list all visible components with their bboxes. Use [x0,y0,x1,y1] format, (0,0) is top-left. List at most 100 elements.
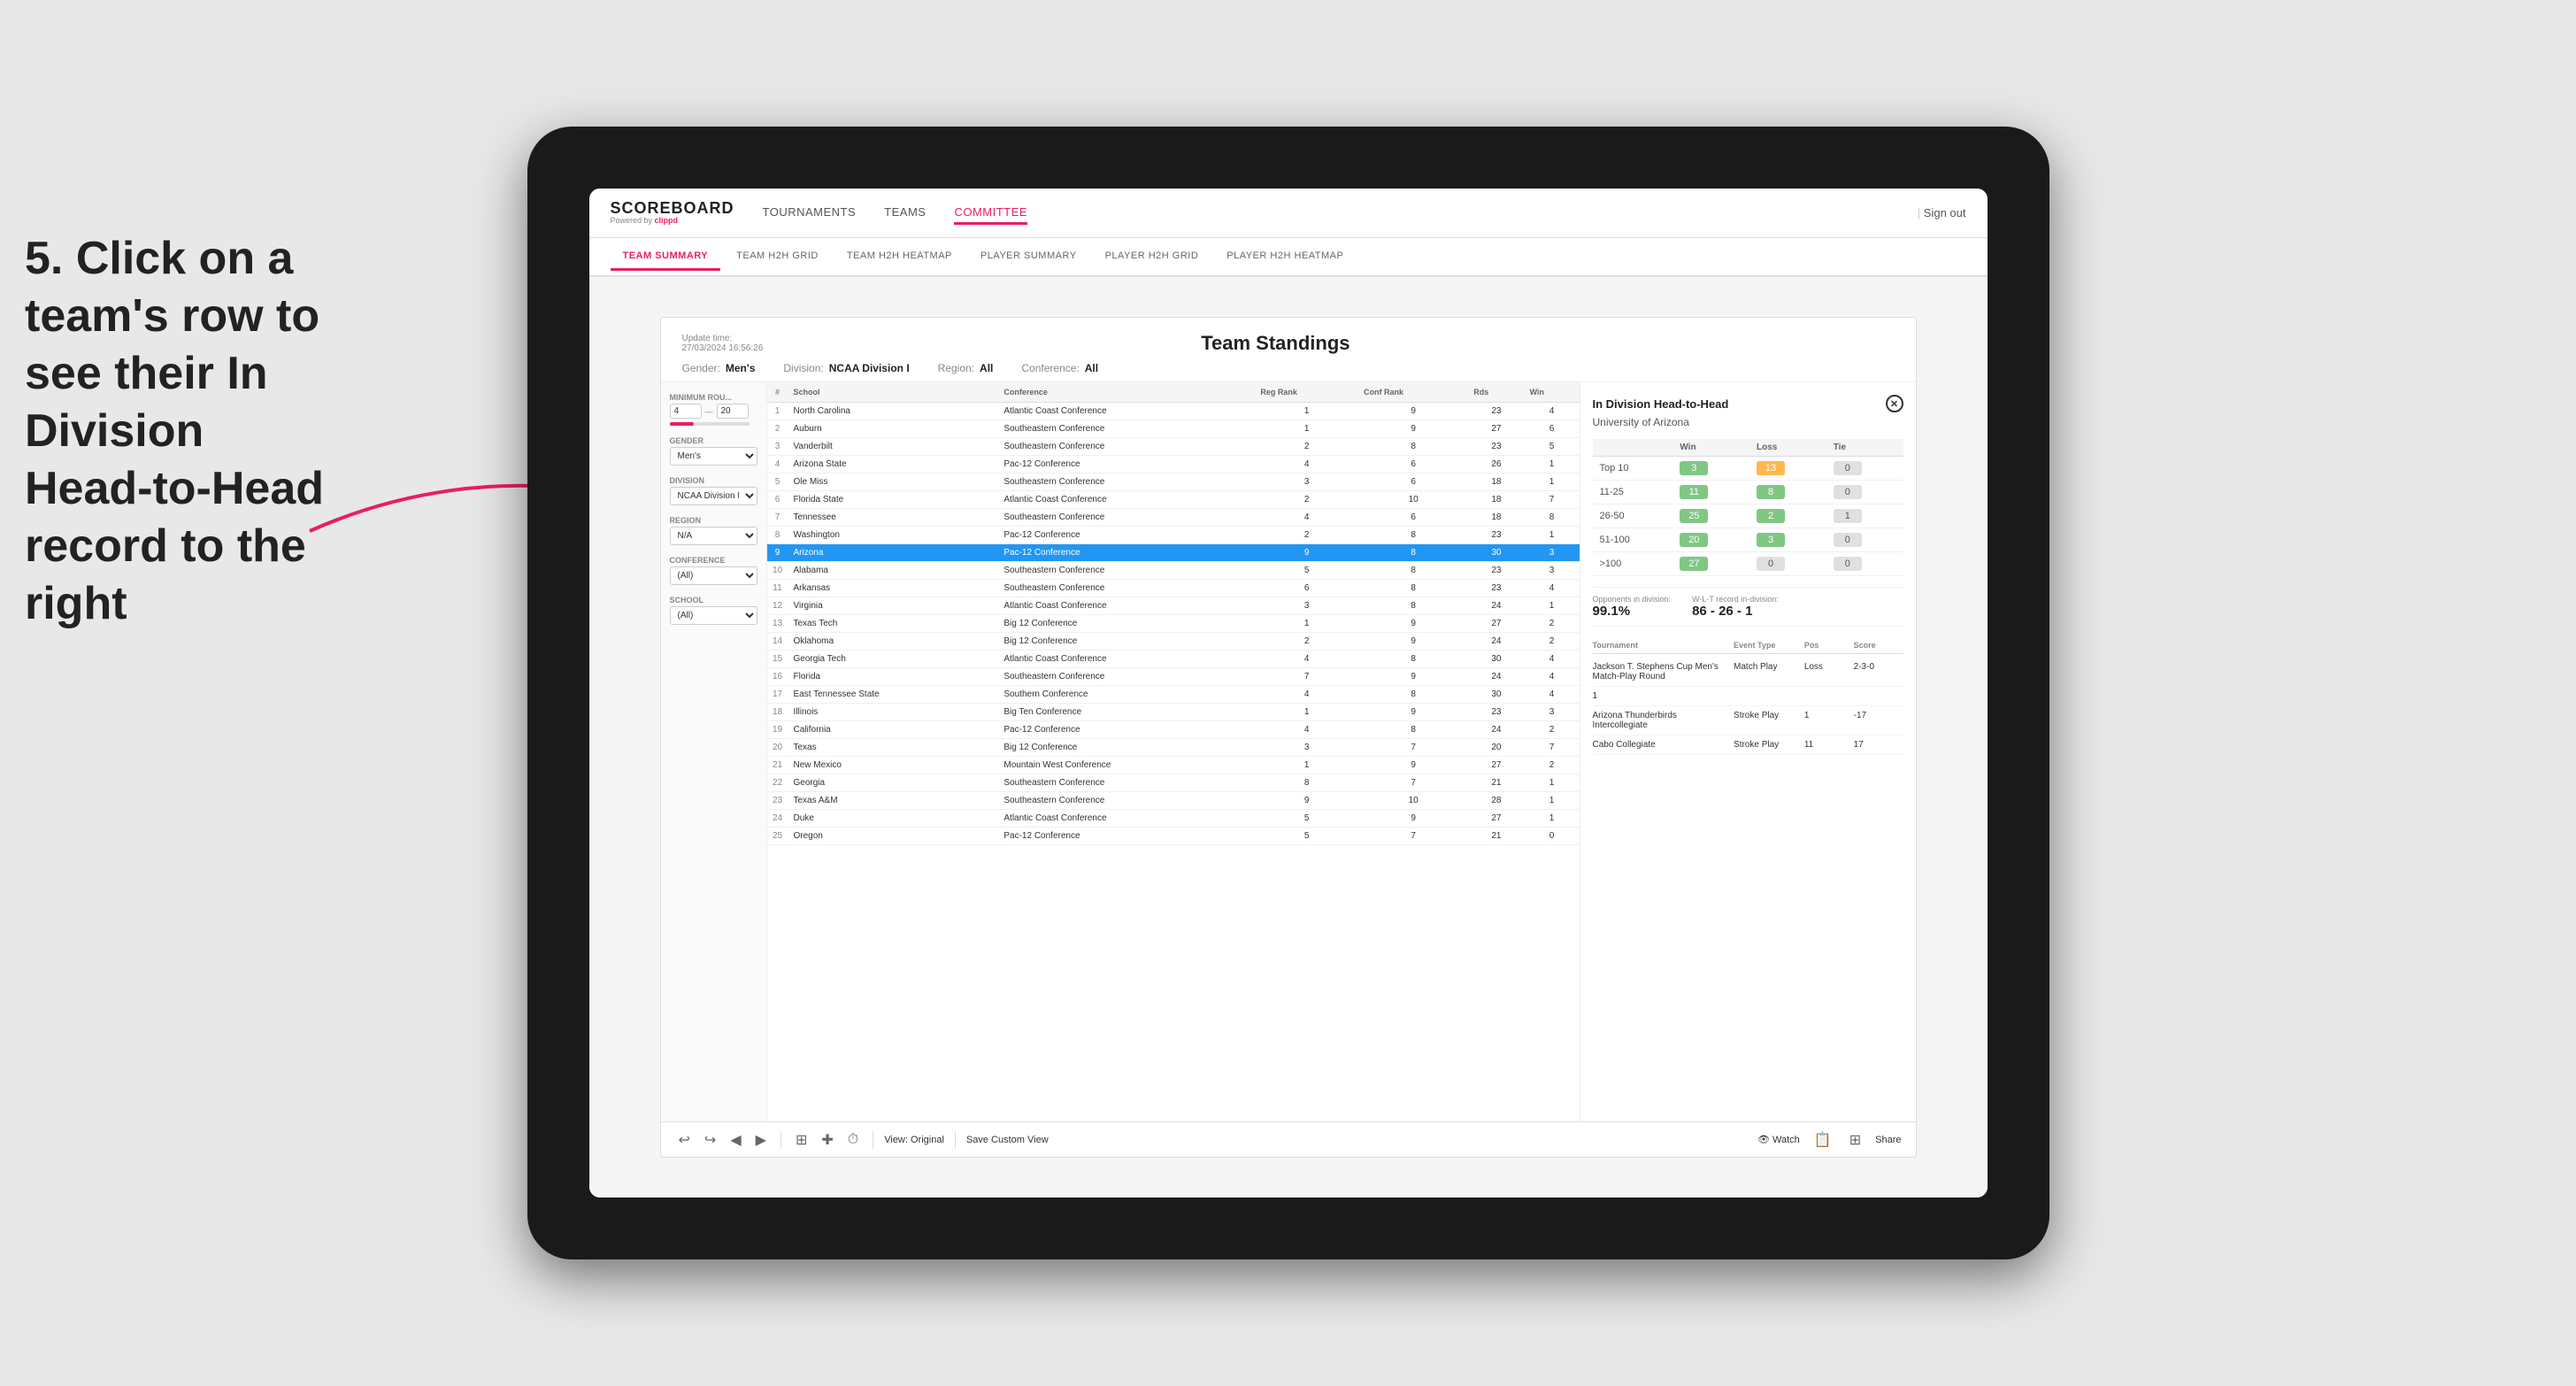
tab-player-summary[interactable]: PLAYER SUMMARY [968,243,1089,271]
min-rounds-slider[interactable] [670,422,750,426]
save-custom-button[interactable]: Save Custom View [966,1135,1049,1145]
cell-win: 1 [1525,527,1580,544]
table-row[interactable]: 8 Washington Pac-12 Conference 2 8 23 1 [767,527,1580,544]
table-row[interactable]: 4 Arizona State Pac-12 Conference 4 6 26… [767,456,1580,474]
tab-player-h2h-heatmap[interactable]: PLAYER H2H HEATMAP [1214,243,1356,271]
cell-reg-rank: 1 [1255,757,1358,774]
cell-rank: 22 [767,774,788,792]
min-rounds-max-input[interactable] [717,404,749,419]
table-row[interactable]: 6 Florida State Atlantic Coast Conferenc… [767,491,1580,509]
standings-table-container: # School Conference Reg Rank Conf Rank R… [767,382,1580,1121]
table-row[interactable]: 1 North Carolina Atlantic Coast Conferen… [767,403,1580,420]
cell-rank: 4 [767,456,788,474]
undo-button[interactable]: ↩ [675,1129,694,1151]
cell-win: 1 [1525,792,1580,810]
cell-rds: 18 [1468,509,1524,527]
add-button[interactable]: ✚ [818,1129,836,1151]
view-original-button[interactable]: View: Original [884,1135,944,1145]
next-button[interactable]: ▶ [752,1129,770,1151]
nav-tournaments[interactable]: TOURNAMENTS [763,202,857,225]
division-select[interactable]: NCAA Division I NCAA Division II NCAA Di… [670,487,757,505]
nav-committee[interactable]: COMMITTEE [954,202,1027,225]
clock-button[interactable]: ⏱ [844,1130,862,1150]
table-row[interactable]: 13 Texas Tech Big 12 Conference 1 9 27 2 [767,615,1580,633]
table-row[interactable]: 23 Texas A&M Southeastern Conference 9 1… [767,792,1580,810]
cell-conf-rank: 8 [1358,544,1468,562]
tournament-section: Tournament Event Type Pos Score Jackson … [1593,637,1903,755]
nav-teams[interactable]: TEAMS [884,202,926,225]
grid-icon[interactable]: ⊞ [1846,1129,1865,1151]
th-score: Score [1854,641,1903,650]
tourn-type: Stroke Play [1734,740,1804,750]
tab-team-summary[interactable]: TEAM SUMMARY [611,243,721,271]
cell-conf-rank: 10 [1358,491,1468,509]
table-row[interactable]: 5 Ole Miss Southeastern Conference 3 6 1… [767,474,1580,491]
cell-reg-rank: 3 [1255,739,1358,757]
table-row[interactable]: 25 Oregon Pac-12 Conference 5 7 21 0 [767,828,1580,845]
watch-button[interactable]: 👁 Watch [1757,1134,1800,1145]
camera-button[interactable]: ⊞ [792,1129,811,1151]
table-row[interactable]: 18 Illinois Big Ten Conference 1 9 23 3 [767,704,1580,721]
table-row[interactable]: 20 Texas Big 12 Conference 3 7 20 7 [767,739,1580,757]
opponents-label: Opponents in division: [1593,595,1672,604]
cell-conf-rank: 8 [1358,527,1468,544]
prev-button[interactable]: ◀ [727,1129,744,1151]
table-row[interactable]: 2 Auburn Southeastern Conference 1 9 27 … [767,420,1580,438]
logo-text: SCOREBOARD [611,200,734,216]
cell-conference: Atlantic Coast Conference [998,403,1255,420]
sign-out-button[interactable]: Sign out [1918,206,1966,219]
school-select[interactable]: (All) [670,606,757,625]
table-row[interactable]: 21 New Mexico Mountain West Conference 1… [767,757,1580,774]
min-rounds-input[interactable] [670,404,702,419]
th-rank: # [767,382,788,403]
conference-value: All [1085,362,1098,374]
cell-school: Florida [788,668,999,686]
table-row[interactable]: 10 Alabama Southeastern Conference 5 8 2… [767,562,1580,580]
cell-reg-rank: 9 [1255,544,1358,562]
share-button[interactable]: Share [1875,1135,1901,1145]
tournament-row: Arizona Thunderbirds Intercollegiate Str… [1593,706,1903,735]
table-row[interactable]: 3 Vanderbilt Southeastern Conference 2 8… [767,438,1580,456]
cell-school: East Tennessee State [788,686,999,704]
cell-rds: 24 [1468,721,1524,739]
table-row[interactable]: 24 Duke Atlantic Coast Conference 5 9 27… [767,810,1580,828]
h2h-cell-label: 26-50 [1593,504,1673,528]
cell-win: 3 [1525,562,1580,580]
clipboard-icon[interactable]: 📋 [1811,1129,1835,1151]
close-panel-button[interactable]: ✕ [1886,395,1903,412]
table-row[interactable]: 11 Arkansas Southeastern Conference 6 8 … [767,580,1580,597]
table-row[interactable]: 12 Virginia Atlantic Coast Conference 3 … [767,597,1580,615]
tourn-score: 17 [1854,740,1903,750]
table-row[interactable]: 15 Georgia Tech Atlantic Coast Conferenc… [767,651,1580,668]
table-row[interactable]: 16 Florida Southeastern Conference 7 9 2… [767,668,1580,686]
table-row[interactable]: 7 Tennessee Southeastern Conference 4 6 … [767,509,1580,527]
cell-win: 7 [1525,739,1580,757]
region-select[interactable]: N/A East West [670,527,757,545]
cell-rds: 21 [1468,828,1524,845]
content-area: Update time: 27/03/2024 16:56:26 Team St… [589,277,1988,1197]
toolbar-sep-3 [955,1131,956,1149]
table-row[interactable]: 9 Arizona Pac-12 Conference 9 8 30 3 [767,544,1580,562]
cell-conf-rank: 9 [1358,757,1468,774]
conference-select[interactable]: (All) [670,566,757,585]
tourn-pos: Loss [1804,662,1854,681]
gender-select[interactable]: Men's Women's [670,447,757,466]
table-row[interactable]: 17 East Tennessee State Southern Confere… [767,686,1580,704]
cell-conf-rank: 8 [1358,438,1468,456]
tab-team-h2h-grid[interactable]: TEAM H2H GRID [724,243,831,271]
cell-conference: Southeastern Conference [998,792,1255,810]
cell-win: 4 [1525,403,1580,420]
cell-conference: Atlantic Coast Conference [998,491,1255,509]
table-row[interactable]: 19 California Pac-12 Conference 4 8 24 2 [767,721,1580,739]
gender-filter-display: Gender: Men's [682,362,756,374]
table-row[interactable]: 14 Oklahoma Big 12 Conference 2 9 24 2 [767,633,1580,651]
cell-win: 2 [1525,757,1580,774]
tab-team-h2h-heatmap[interactable]: TEAM H2H HEATMAP [834,243,965,271]
tourn-name: 1 [1593,691,1734,701]
table-row[interactable]: 22 Georgia Southeastern Conference 8 7 2… [767,774,1580,792]
th-tournament: Tournament [1593,641,1734,650]
tab-player-h2h-grid[interactable]: PLAYER H2H GRID [1093,243,1211,271]
toolbar-sep-1 [780,1131,781,1149]
redo-button[interactable]: ↪ [701,1129,719,1151]
cell-conference: Mountain West Conference [998,757,1255,774]
